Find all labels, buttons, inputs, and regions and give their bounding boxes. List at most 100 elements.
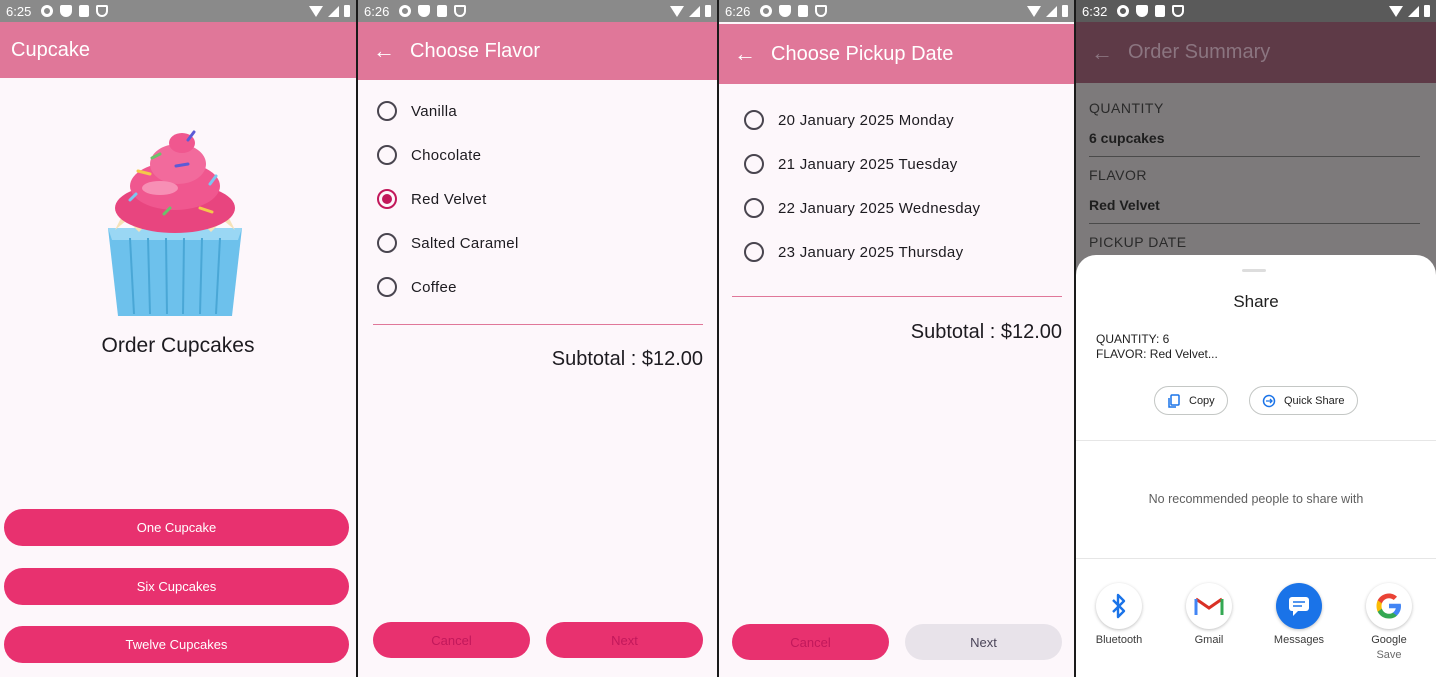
settings-icon <box>760 5 773 17</box>
messages-icon <box>1276 583 1322 629</box>
bluetooth-icon <box>1096 583 1142 629</box>
status-time: 6:26 <box>725 3 751 19</box>
subtotal-text: Subtotal : $12.00 <box>910 321 1062 343</box>
quick-share-icon <box>1262 394 1276 407</box>
app-label: Bluetooth <box>1095 634 1143 646</box>
option-label: 20 January 2025 Monday <box>778 111 954 129</box>
wifi-icon <box>309 5 323 17</box>
date-option-1[interactable]: 20 January 2025 Monday <box>744 110 954 130</box>
date-option-3[interactable]: 22 January 2025 Wednesday <box>744 198 980 218</box>
app-sublabel: Save <box>1376 649 1402 661</box>
vpn-icon <box>96 5 109 17</box>
status-time: 6:25 <box>6 3 32 19</box>
dimmed-summary: QUANTITY 6 cupcakes FLAVOR Red Velvet PI… <box>1076 83 1436 283</box>
status-time: 6:26 <box>364 3 390 19</box>
flavor-value: Red Velvet <box>1089 197 1160 213</box>
app-title: Cupcake <box>11 38 90 61</box>
flavor-option-coffee[interactable]: Coffee <box>377 277 457 297</box>
flavor-option-chocolate[interactable]: Chocolate <box>377 145 481 165</box>
next-button[interactable]: Next <box>905 624 1062 660</box>
app-label: Google <box>1371 634 1407 646</box>
flavor-option-red-velvet[interactable]: Red Velvet <box>377 189 487 209</box>
screen-title: Choose Flavor <box>410 39 541 62</box>
flavor-option-vanilla[interactable]: Vanilla <box>377 101 457 121</box>
option-label: 23 January 2025 Thursday <box>778 243 964 261</box>
share-target-bluetooth[interactable]: Bluetooth <box>1084 583 1154 648</box>
vpn-icon <box>1172 5 1185 17</box>
signal-icon <box>328 5 339 17</box>
share-title: Share <box>1233 292 1279 311</box>
radio-button[interactable] <box>377 233 397 253</box>
option-label: Coffee <box>411 278 457 296</box>
divider <box>1076 558 1436 559</box>
one-cupcake-button[interactable]: One Cupcake <box>4 509 349 546</box>
preview-line: FLAVOR: Red Velvet... <box>1096 347 1218 361</box>
option-label: 22 January 2025 Wednesday <box>778 199 981 217</box>
radio-button[interactable] <box>744 242 764 262</box>
share-preview-text: QUANTITY: 6 FLAVOR: Red Velvet... <box>1096 332 1218 362</box>
settings-icon <box>1117 5 1130 17</box>
cancel-button[interactable]: Cancel <box>373 622 530 658</box>
radio-button[interactable] <box>744 198 764 218</box>
radio-button[interactable] <box>744 154 764 174</box>
status-bar: 6:26 <box>719 0 1074 22</box>
option-label: Red Velvet <box>411 190 487 208</box>
start-order-screen: 6:25 Cupcake Order Cupcakes One Cupcake … <box>0 0 356 677</box>
battery-icon <box>1062 5 1068 17</box>
share-target-messages[interactable]: Messages <box>1264 583 1334 648</box>
screen-title: Choose Pickup Date <box>771 42 954 65</box>
battery-icon <box>344 5 350 17</box>
divider <box>1089 156 1420 157</box>
share-sheet: Share QUANTITY: 6 FLAVOR: Red Velvet... … <box>1076 255 1436 677</box>
battery-icon <box>705 5 711 17</box>
divider <box>732 296 1062 297</box>
back-arrow-icon[interactable]: ← <box>358 38 410 64</box>
divider <box>373 324 703 325</box>
next-button[interactable]: Next <box>546 622 703 658</box>
wifi-icon <box>1389 5 1403 17</box>
date-option-4[interactable]: 23 January 2025 Thursday <box>744 242 963 262</box>
google-icon <box>1366 583 1412 629</box>
option-label: Chocolate <box>411 146 482 164</box>
radio-button[interactable] <box>744 110 764 130</box>
subtotal-text: Subtotal : $12.00 <box>551 348 703 370</box>
back-arrow-icon[interactable]: ← <box>1076 40 1128 66</box>
share-target-google-save[interactable]: Google Save <box>1354 583 1424 663</box>
back-arrow-icon[interactable]: ← <box>719 41 771 67</box>
app-label: Gmail <box>1194 634 1224 646</box>
choose-pickup-date-screen: 6:26 ← Choose Pickup Date 20 January 202… <box>719 0 1074 677</box>
option-label: Salted Caramel <box>411 234 519 252</box>
radio-button[interactable] <box>377 145 397 165</box>
twelve-cupcakes-button[interactable]: Twelve Cupcakes <box>4 626 349 663</box>
option-label: 21 January 2025 Tuesday <box>778 155 958 173</box>
quantity-label: QUANTITY <box>1089 100 1164 116</box>
shield-icon <box>1136 5 1149 17</box>
shield-icon <box>60 5 73 17</box>
signal-icon <box>689 5 700 17</box>
six-cupcakes-button[interactable]: Six Cupcakes <box>4 568 349 605</box>
cancel-button[interactable]: Cancel <box>732 624 889 660</box>
preview-line: QUANTITY: 6 <box>1096 332 1170 346</box>
copy-button[interactable]: Copy <box>1154 386 1228 415</box>
vpn-icon <box>815 5 828 17</box>
drag-handle[interactable] <box>1242 269 1266 272</box>
flavor-label: FLAVOR <box>1089 167 1147 183</box>
screen-title: Order Summary <box>1128 41 1271 63</box>
order-heading: Order Cupcakes <box>101 334 255 357</box>
flavor-option-salted-caramel[interactable]: Salted Caramel <box>377 233 519 253</box>
signal-icon <box>1046 5 1057 17</box>
top-app-bar: ← Choose Flavor <box>358 22 717 80</box>
status-bar: 6:26 <box>358 0 717 22</box>
divider <box>1076 440 1436 441</box>
share-target-gmail[interactable]: Gmail <box>1174 583 1244 648</box>
settings-icon <box>399 5 412 17</box>
wifi-icon <box>670 5 684 17</box>
date-option-2[interactable]: 21 January 2025 Tuesday <box>744 154 958 174</box>
radio-button[interactable] <box>377 101 397 121</box>
shield-icon <box>779 5 792 17</box>
quick-share-button[interactable]: Quick Share <box>1249 386 1358 415</box>
signal-icon <box>1408 5 1419 17</box>
radio-button-selected[interactable] <box>377 189 397 209</box>
shield-icon <box>418 5 431 17</box>
radio-button[interactable] <box>377 277 397 297</box>
